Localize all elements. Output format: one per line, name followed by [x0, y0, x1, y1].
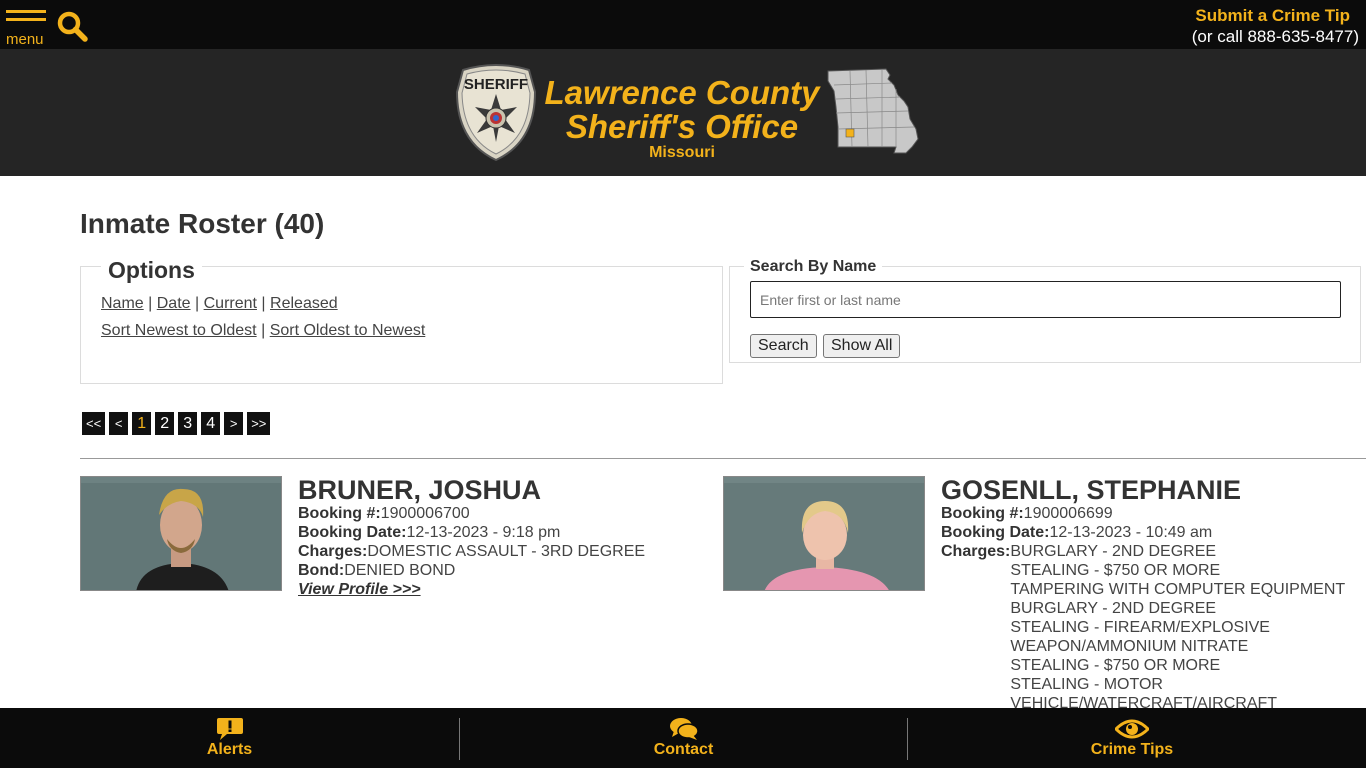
separator: | [261, 295, 271, 312]
booking-number-row: Booking #:1900006699 [941, 504, 1366, 523]
booking-number-label: Booking #: [941, 505, 1024, 522]
page-first-button[interactable]: << [82, 412, 106, 435]
mugshot-image [81, 477, 281, 590]
charge-item: BURGLARY - 2ND DEGREE [1010, 600, 1217, 617]
booking-number: 1900006699 [1023, 505, 1113, 522]
booking-date-row: Booking Date:12-13-2023 - 9:18 pm [298, 523, 758, 542]
order-links-row: Sort Newest to Oldest | Sort Oldest to N… [101, 322, 425, 340]
bottom-nav-bar: Alerts Contact Crime Tips [0, 708, 1366, 768]
contact-label: Contact [653, 741, 714, 758]
eye-icon [1115, 719, 1149, 739]
charge-item: STEALING - FIREARM/EXPLOSIVE [1010, 619, 1270, 636]
crime-tip-block: Submit a Crime Tip (or call 888-635-8477… [1192, 6, 1359, 48]
page-next-button[interactable]: > [224, 412, 244, 435]
search-panel: Search By Name Search Show All [729, 258, 1361, 363]
charge-item: BURGLARY - 2ND DEGREE [1010, 543, 1217, 560]
badge-text: SHERIFF [464, 76, 528, 93]
view-profile-link[interactable]: View Profile >>> [298, 580, 421, 599]
crime-tips-nav-button[interactable]: Crime Tips [908, 708, 1356, 768]
charges-label: Charges: [298, 543, 368, 560]
separator: | [261, 322, 270, 339]
contact-nav-button[interactable]: Contact [459, 708, 908, 768]
inmate-photo[interactable] [723, 476, 925, 591]
missouri-map [827, 68, 919, 154]
inmate-name[interactable]: GOSENLL, STEPHANIE [941, 476, 1366, 504]
filter-current-link[interactable]: Current [204, 295, 257, 312]
bond-label: Bond: [298, 562, 345, 579]
page-last-button[interactable]: >> [247, 412, 271, 435]
search-button-submit[interactable]: Search [750, 334, 817, 358]
sort-by-date-link[interactable]: Date [157, 295, 191, 312]
divider [80, 458, 1366, 459]
charge-item: DOMESTIC ASSAULT - 3RD DEGREE [367, 543, 646, 560]
site-title-line1: Lawrence County [544, 74, 820, 111]
search-button[interactable] [56, 10, 88, 42]
sort-oldest-link[interactable]: Sort Oldest to Newest [270, 322, 426, 339]
booking-date-label: Booking Date: [298, 524, 407, 541]
charge-item: STEALING - MOTOR [1010, 676, 1163, 693]
booking-number-row: Booking #:1900006700 [298, 504, 758, 523]
inmate-photo[interactable] [80, 476, 282, 591]
page-prev-button[interactable]: < [109, 412, 129, 435]
booking-date-row: Booking Date:12-13-2023 - 10:49 am [941, 523, 1366, 542]
site-state: Missouri [649, 144, 715, 161]
charge-item: STEALING - $750 OR MORE [1010, 657, 1221, 674]
charge-list: DOMESTIC ASSAULT - 3RD DEGREE [367, 542, 645, 561]
booking-number-label: Booking #: [298, 505, 381, 522]
top-bar: menu Submit a Crime Tip (or call 888-635… [0, 0, 1366, 49]
charge-item: TAMPERING WITH COMPUTER EQUIPMENT [1010, 581, 1346, 598]
search-icon [57, 11, 88, 42]
search-legend: Search By Name [744, 258, 883, 276]
chat-bubbles-icon [669, 718, 699, 740]
menu-icon [6, 10, 46, 13]
pagination: << < 1 2 3 4 > >> [82, 412, 271, 435]
site-title-line2: Sheriff's Office [565, 108, 799, 145]
crime-tips-label: Crime Tips [1090, 741, 1174, 758]
separator: | [148, 295, 157, 312]
inmate-info: BRUNER, JOSHUA Booking #:1900006700 Book… [298, 476, 758, 599]
sort-by-name-link[interactable]: Name [101, 295, 144, 312]
site-title[interactable]: Lawrence County Sheriff's Office Missour… [541, 76, 823, 161]
booking-date: 12-13-2023 - 10:49 am [1049, 524, 1213, 541]
mugshot-image [724, 477, 924, 590]
alerts-label: Alerts [206, 741, 253, 758]
bond-value: DENIED BOND [344, 562, 456, 579]
menu-button[interactable]: menu [6, 10, 48, 48]
menu-icon-bar [6, 18, 46, 21]
sort-newest-link[interactable]: Sort Newest to Oldest [101, 322, 257, 339]
charge-item: STEALING - $750 OR MORE [1010, 562, 1221, 579]
separator: | [195, 295, 204, 312]
charge-item: WEAPON/AMMONIUM NITRATE [1010, 638, 1249, 655]
bond-row: Bond:DENIED BOND [298, 561, 758, 580]
page-4-button[interactable]: 4 [201, 412, 221, 435]
page-1-button[interactable]: 1 [132, 412, 152, 435]
page-2-button[interactable]: 2 [155, 412, 175, 435]
sheriff-badge: SHERIFF [455, 64, 537, 162]
charge-list: BURGLARY - 2ND DEGREE STEALING - $750 OR… [1010, 542, 1345, 713]
inmate-info: GOSENLL, STEPHANIE Booking #:1900006699 … [941, 476, 1366, 713]
page-3-button[interactable]: 3 [178, 412, 198, 435]
alert-bubble-icon [216, 718, 243, 740]
name-search-input[interactable] [750, 281, 1341, 318]
charges-label: Charges: [941, 543, 1011, 560]
charges-row: Charges: DOMESTIC ASSAULT - 3RD DEGREE [298, 542, 758, 561]
inmate-name[interactable]: BRUNER, JOSHUA [298, 476, 758, 504]
page-title: Inmate Roster (40) [80, 208, 325, 239]
tip-phone: (or call 888-635-8477) [1191, 27, 1359, 46]
options-panel: Options Name | Date | Current | Released… [80, 257, 723, 384]
charges-row: Charges: BURGLARY - 2ND DEGREE STEALING … [941, 542, 1366, 713]
booking-number: 1900006700 [380, 505, 470, 522]
menu-label: menu [6, 31, 44, 48]
options-legend: Options [101, 257, 202, 283]
alerts-nav-button[interactable]: Alerts [0, 708, 459, 768]
submit-crime-tip-link[interactable]: Submit a Crime Tip [1192, 6, 1350, 26]
show-all-button[interactable]: Show All [823, 334, 901, 358]
sort-links-row: Name | Date | Current | Released [101, 295, 338, 313]
header-banner: SHERIFF Lawrence County Sheriff's Office… [0, 49, 1366, 176]
filter-released-link[interactable]: Released [270, 295, 338, 312]
booking-date-label: Booking Date: [941, 524, 1050, 541]
booking-date: 12-13-2023 - 9:18 pm [406, 524, 561, 541]
